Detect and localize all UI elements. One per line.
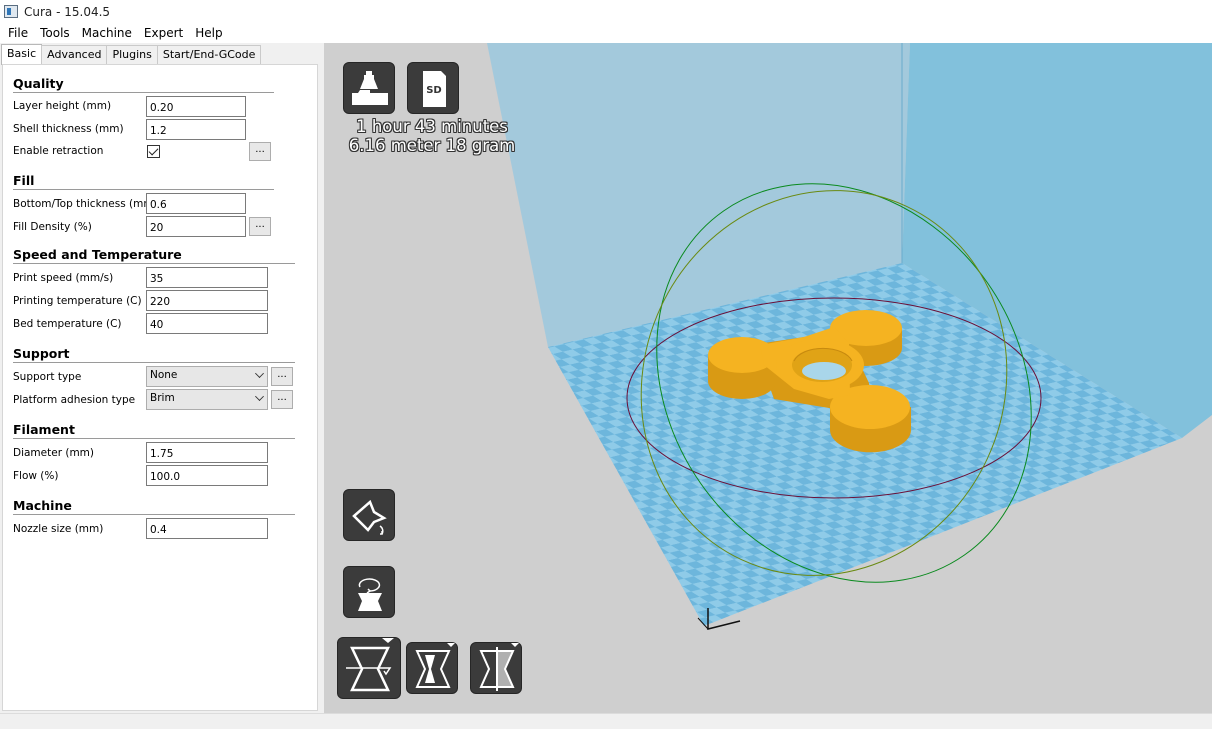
scale-tool-icon xyxy=(415,643,455,688)
platform-adhesion-label: Platform adhesion type xyxy=(13,394,136,406)
printing-temperature-input[interactable] xyxy=(146,290,268,311)
fill-density-label: Fill Density (%) xyxy=(13,221,92,233)
diameter-label: Diameter (mm) xyxy=(13,447,95,459)
diameter-input[interactable] xyxy=(146,442,268,463)
menu-help[interactable]: Help xyxy=(189,26,228,40)
load-model-button[interactable] xyxy=(343,62,395,114)
enable-retraction-checkbox[interactable] xyxy=(147,145,160,158)
section-title-quality: Quality xyxy=(13,76,64,91)
bed-temperature-label: Bed temperature (C) xyxy=(13,318,122,330)
print-time: 1 hour 43 minutes xyxy=(356,117,508,136)
view-mode-button[interactable] xyxy=(343,489,395,541)
layer-height-label: Layer height (mm) xyxy=(13,100,112,112)
bed-temperature-input[interactable] xyxy=(146,313,268,334)
settings-tabs: Basic Advanced Plugins Start/End-GCode xyxy=(1,44,262,65)
view-mode-icon xyxy=(352,499,387,535)
platform-adhesion-value: Brim xyxy=(150,392,175,404)
rotate-tool-icon xyxy=(358,578,382,611)
save-to-sd-button[interactable]: SD xyxy=(407,62,459,114)
transform-tool-icon xyxy=(346,638,394,692)
status-bar xyxy=(0,713,1212,729)
check-icon xyxy=(148,145,159,156)
section-divider xyxy=(13,362,295,363)
bottom-top-thickness-input[interactable] xyxy=(146,193,246,214)
print-estimate: 1 hour 43 minutes 6.16 meter 18 gram xyxy=(342,117,522,155)
load-model-icon xyxy=(352,71,388,105)
mirror-tool-button[interactable] xyxy=(470,642,522,694)
section-divider xyxy=(13,92,274,93)
mirror-tool-icon xyxy=(479,643,519,691)
menu-bar: File Tools Machine Expert Help xyxy=(0,23,1212,43)
shell-thickness-label: Shell thickness (mm) xyxy=(13,123,124,135)
tab-start-end-gcode[interactable]: Start/End-GCode xyxy=(156,45,262,65)
menu-tools[interactable]: Tools xyxy=(34,26,76,40)
flow-input[interactable] xyxy=(146,465,268,486)
basic-settings-page: Quality Layer height (mm) Shell thicknes… xyxy=(2,64,318,711)
scale-tool-button[interactable] xyxy=(406,642,458,694)
support-type-select[interactable]: None xyxy=(146,366,268,387)
section-title-speed-temperature: Speed and Temperature xyxy=(13,247,182,262)
3d-viewport[interactable]: SD 1 hour 43 minutes 6.16 meter 18 gram xyxy=(324,43,1212,713)
section-divider xyxy=(13,514,295,515)
title-bar: Cura - 15.04.5 xyxy=(0,0,1212,23)
section-title-filament: Filament xyxy=(13,422,75,437)
sd-card-icon: SD xyxy=(423,71,446,107)
section-divider xyxy=(13,189,274,190)
chevron-down-icon xyxy=(255,369,264,378)
nozzle-size-input[interactable] xyxy=(146,518,268,539)
support-type-value: None xyxy=(150,369,178,381)
shell-thickness-input[interactable] xyxy=(146,119,246,140)
enable-retraction-label: Enable retraction xyxy=(13,145,104,157)
rotate-tool-button[interactable] xyxy=(343,566,395,618)
tab-advanced[interactable]: Advanced xyxy=(41,45,108,65)
chevron-down-icon xyxy=(255,392,264,401)
adhesion-more-button[interactable]: ... xyxy=(271,390,293,409)
menu-expert[interactable]: Expert xyxy=(138,26,189,40)
print-material: 6.16 meter 18 gram xyxy=(348,136,516,155)
nozzle-size-label: Nozzle size (mm) xyxy=(13,523,104,535)
fill-density-input[interactable] xyxy=(146,216,246,237)
layer-height-input[interactable] xyxy=(146,96,246,117)
retraction-more-button[interactable]: ... xyxy=(249,142,271,161)
platform-adhesion-select[interactable]: Brim xyxy=(146,389,268,410)
support-type-label: Support type xyxy=(13,371,82,383)
printing-temperature-label: Printing temperature (C) xyxy=(13,295,142,307)
tab-plugins[interactable]: Plugins xyxy=(106,45,158,65)
sd-card-label: SD xyxy=(426,85,442,96)
bottom-top-thickness-label: Bottom/Top thickness (mm) xyxy=(13,198,158,210)
section-divider xyxy=(13,263,295,264)
menu-machine[interactable]: Machine xyxy=(76,26,138,40)
settings-panel: Basic Advanced Plugins Start/End-GCode Q… xyxy=(0,43,324,713)
menu-file[interactable]: File xyxy=(2,26,34,40)
section-title-support: Support xyxy=(13,346,70,361)
tab-basic[interactable]: Basic xyxy=(1,44,43,65)
print-speed-label: Print speed (mm/s) xyxy=(13,272,114,284)
flow-label: Flow (%) xyxy=(13,470,59,482)
support-more-button[interactable]: ... xyxy=(271,367,293,386)
window-title: Cura - 15.04.5 xyxy=(24,4,111,19)
app-icon xyxy=(4,5,18,18)
section-divider xyxy=(13,438,295,439)
transform-tool-button[interactable] xyxy=(337,637,401,699)
section-title-fill: Fill xyxy=(13,173,35,188)
fill-density-more-button[interactable]: ... xyxy=(249,217,271,236)
print-speed-input[interactable] xyxy=(146,267,268,288)
section-title-machine: Machine xyxy=(13,498,72,513)
